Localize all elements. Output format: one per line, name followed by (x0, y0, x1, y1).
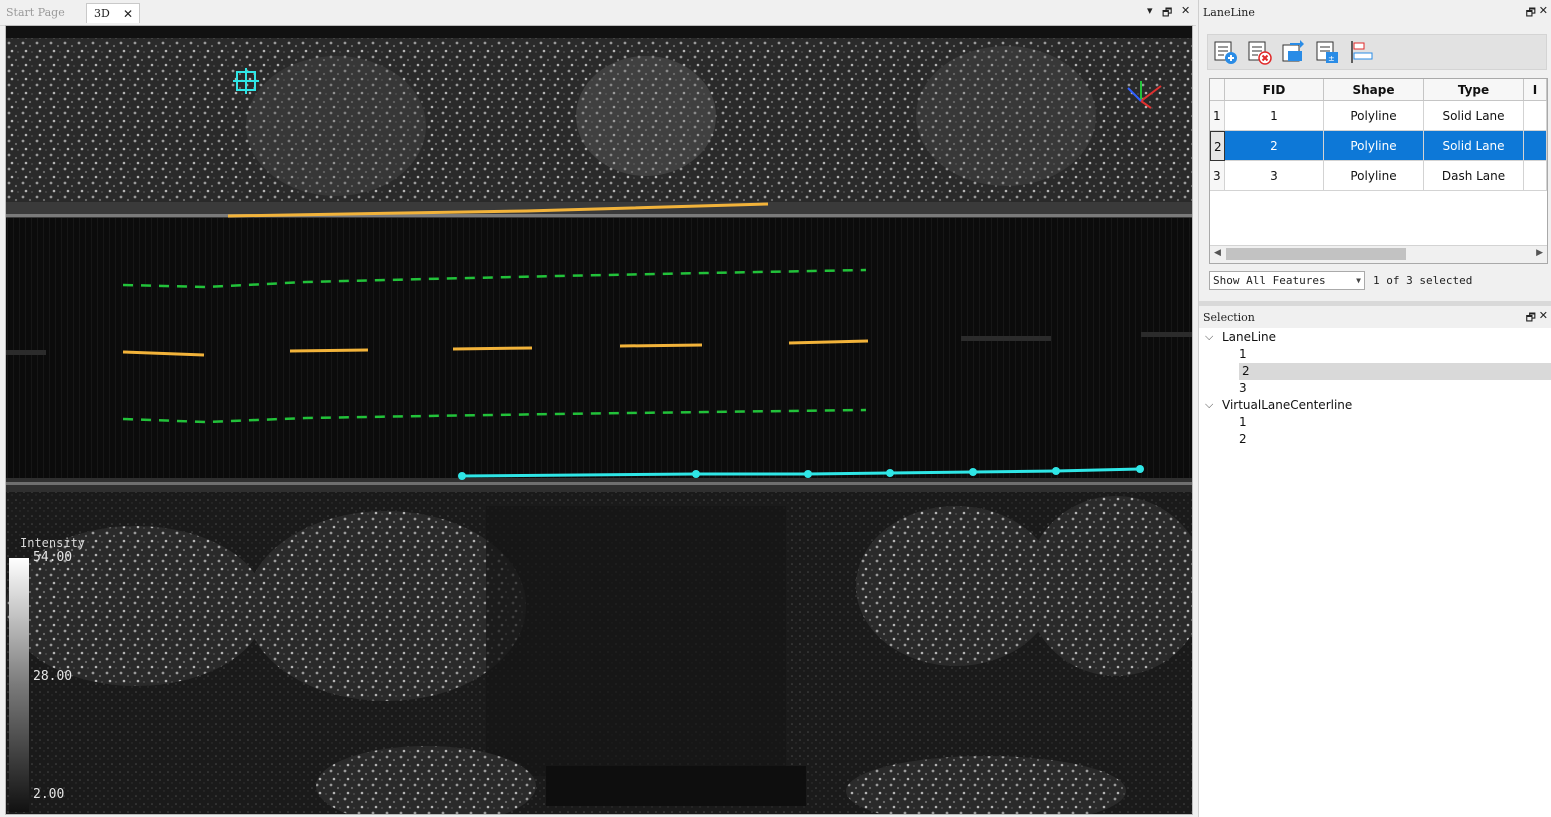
vertex-handle (458, 472, 466, 480)
svg-text:±: ± (1328, 54, 1335, 63)
vertex-handle (886, 469, 894, 477)
attribute-table: FID Shape Type I 1 1 Polyline Solid Lane… (1209, 78, 1548, 264)
close-panel-icon[interactable]: ✕ (1539, 309, 1548, 322)
column-header-fid[interactable]: FID (1225, 79, 1324, 101)
vertex-handle (1052, 467, 1060, 475)
delete-feature-icon[interactable] (1246, 39, 1272, 65)
row-number[interactable]: 1 (1210, 101, 1225, 131)
scroll-right-icon[interactable]: ▶ (1536, 248, 1543, 258)
chevron-down-icon[interactable]: ⌵ (1205, 398, 1213, 412)
legend-title: Intensity (20, 536, 86, 550)
horizontal-scrollbar[interactable]: ◀ ▶ (1210, 245, 1547, 263)
chevron-down-icon: ▼ (1356, 276, 1361, 285)
cell-fid[interactable]: 2 (1225, 131, 1324, 161)
tree-group-virtual-centerline[interactable]: VirtualLaneCenterline (1222, 397, 1352, 414)
cell-shape[interactable]: Polyline (1324, 131, 1424, 161)
close-icon[interactable]: ✕ (123, 4, 133, 24)
tree-item[interactable]: 1 (1239, 414, 1261, 431)
road-surface (6, 218, 1192, 480)
legend-mid: 28.00 (33, 669, 73, 684)
cell-shape[interactable]: Polyline (1324, 161, 1424, 191)
table-row-selected[interactable]: 2 2 Polyline Solid Lane (1210, 131, 1547, 161)
column-header-more[interactable]: I (1524, 79, 1547, 101)
table-row[interactable]: 3 3 Polyline Dash Lane (1210, 161, 1547, 191)
chevron-down-icon[interactable]: ⌵ (1205, 330, 1213, 344)
right-dock: LaneLine 🗗 ✕ ± FID Shape Type I 1 1 Poly… (1198, 0, 1551, 817)
float-panel-icon[interactable]: 🗗 (1526, 4, 1536, 23)
point-cloud-viewport[interactable]: Intensity 54.00 28.00 2.00 (5, 25, 1193, 815)
align-icon[interactable] (1348, 39, 1374, 65)
row-header-corner (1210, 79, 1225, 101)
row-number[interactable]: 2 (1210, 131, 1225, 161)
tab-3d-label: 3D (94, 7, 110, 20)
attribute-toolbar: ± (1207, 34, 1547, 70)
cell-shape[interactable]: Polyline (1324, 101, 1424, 131)
legend-min: 2.00 (33, 787, 65, 802)
tree-item-selected[interactable]: 2 (1239, 363, 1551, 380)
row-number[interactable]: 3 (1210, 161, 1225, 191)
scrollbar-thumb[interactable] (1226, 248, 1406, 260)
table-row[interactable]: 1 1 Polyline Solid Lane (1210, 101, 1547, 131)
tree-group-laneline[interactable]: LaneLine (1222, 329, 1276, 346)
crosshair-cursor-icon (233, 68, 259, 94)
cell-more[interactable] (1524, 101, 1547, 131)
tree-item[interactable]: 3 (1239, 380, 1261, 397)
tree-item[interactable]: 1 (1239, 346, 1261, 363)
panel-splitter[interactable] (1199, 301, 1551, 306)
selection-count: 1 of 3 selected (1373, 274, 1473, 287)
cell-type[interactable]: Dash Lane (1424, 161, 1524, 191)
vertex-handle (1136, 465, 1144, 473)
tab-start-page[interactable]: Start Page (6, 3, 65, 23)
vertex-handle (804, 470, 812, 478)
vertex-handle (969, 468, 977, 476)
cell-fid[interactable]: 1 (1225, 101, 1324, 131)
intensity-color-ramp (9, 558, 29, 812)
float-panel-icon[interactable]: 🗗 (1526, 309, 1536, 328)
add-feature-icon[interactable] (1212, 39, 1238, 65)
close-window-icon[interactable]: ✕ (1181, 4, 1190, 17)
close-panel-icon[interactable]: ✕ (1539, 4, 1548, 17)
cell-type[interactable]: Solid Lane (1424, 131, 1524, 161)
cell-type[interactable]: Solid Lane (1424, 101, 1524, 131)
float-window-icon[interactable]: 🗗 (1162, 4, 1172, 23)
selection-tree: ⌵ LaneLine 1 2 3 ⌵ VirtualLaneCenterline… (1199, 328, 1551, 817)
dash-lane-segment (788, 339, 869, 345)
feature-filter-value: Show All Features (1213, 274, 1326, 287)
tab-list-icon[interactable]: ▾ (1147, 4, 1153, 17)
cell-fid[interactable]: 3 (1225, 161, 1324, 191)
point-cloud-scene (6, 26, 1192, 814)
cell-more[interactable] (1524, 131, 1547, 161)
scroll-left-icon[interactable]: ◀ (1214, 248, 1221, 258)
dash-lane-segment (619, 343, 703, 348)
dash-lane-segment (452, 346, 533, 351)
field-calc-icon[interactable]: ± (1314, 39, 1340, 65)
vertex-handle (692, 470, 700, 478)
export-icon[interactable] (1280, 39, 1306, 65)
laneline-panel-title: LaneLine (1203, 6, 1255, 19)
cell-more[interactable] (1524, 161, 1547, 191)
legend-max: 54.00 (33, 550, 73, 565)
tree-item[interactable]: 2 (1239, 431, 1261, 448)
document-tab-bar: Start Page 3D ✕ ▾ 🗗 ✕ (0, 0, 1196, 26)
selection-panel-title: Selection (1203, 311, 1255, 324)
dash-lane-segment (289, 348, 369, 353)
column-header-shape[interactable]: Shape (1324, 79, 1424, 101)
tab-3d[interactable]: 3D ✕ (86, 3, 140, 23)
column-header-type[interactable]: Type (1424, 79, 1524, 101)
feature-filter-select[interactable]: Show All Features ▼ (1209, 271, 1365, 290)
